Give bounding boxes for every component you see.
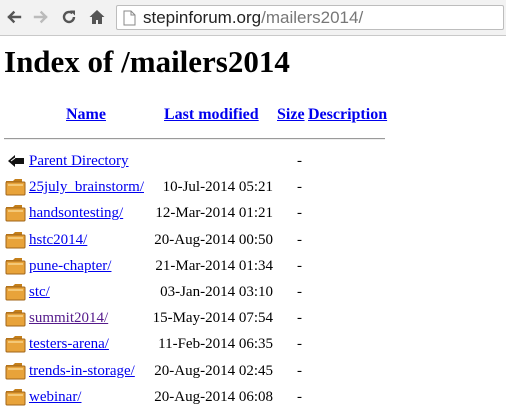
row-name-link[interactable]: summit2014/ [29,309,108,327]
row-last-modified: 03-Jan-2014 03:10 [160,284,273,300]
row-last-modified: 21-Mar-2014 01:34 [155,257,273,274]
reload-icon [60,8,78,26]
row-name-link[interactable]: 25july_brainstorm/ [29,178,144,196]
table-row: handsontesting/12-Mar-2014 01:21 - [0,202,506,228]
row-name-link[interactable]: stc/ [29,283,50,301]
back-arrow-icon [5,8,23,26]
folder-icon[interactable] [5,281,27,306]
table-row: Parent Directory - [0,150,506,176]
table-row: pune-chapter/21-Mar-2014 01:34 - [0,255,506,281]
row-size: - [297,257,302,274]
back-arrow-icon[interactable] [5,150,27,175]
row-last-modified: 20-Aug-2014 02:45 [154,362,273,379]
home-icon [88,8,106,26]
table-row: trends-in-storage/20-Aug-2014 02:45 - [0,360,506,386]
address-bar[interactable]: stepinforum.org/mailers2014/ [116,5,504,30]
forward-button[interactable] [30,6,52,28]
row-name-link[interactable]: pune-chapter/ [29,257,111,275]
folder-icon[interactable] [5,333,27,358]
row-size: - [297,362,302,379]
row-last-modified: 10-Jul-2014 05:21 [162,179,273,196]
table-row: testers-arena/11-Feb-2014 06:35 - [0,333,506,359]
reload-button[interactable] [58,6,80,28]
row-last-modified: 20-Aug-2014 06:08 [154,388,273,405]
row-name-link[interactable]: handsontesting/ [29,204,123,222]
row-size: - [297,205,302,222]
browser-toolbar: stepinforum.org/mailers2014/ [0,0,506,36]
url-text: stepinforum.org/mailers2014/ [143,7,363,29]
table-row: summit2014/15-May-2014 07:54 - [0,307,506,333]
table-row: webinar/20-Aug-2014 06:08 - [0,386,506,412]
table-row: hstc2014/20-Aug-2014 00:50 - [0,229,506,255]
folder-icon[interactable] [5,202,27,227]
row-name-link[interactable]: trends-in-storage/ [29,362,135,380]
row-name-link[interactable]: webinar/ [29,388,81,406]
row-last-modified: 20-Aug-2014 00:50 [154,231,273,248]
page-icon [123,10,136,31]
column-header-description[interactable]: Description [308,105,387,125]
row-name-link[interactable]: hstc2014/ [29,231,87,249]
forward-arrow-icon [32,8,50,26]
folder-icon[interactable] [5,386,27,411]
back-button[interactable] [3,6,25,28]
url-host: stepinforum.org [143,8,262,27]
home-button[interactable] [86,6,108,28]
row-size: - [297,310,302,327]
column-header-size[interactable]: Size [277,105,305,125]
folder-icon[interactable] [5,360,27,385]
folder-icon[interactable] [5,229,27,254]
row-size: - [297,231,302,248]
table-row: 25july_brainstorm/10-Jul-2014 05:21 - [0,176,506,202]
row-size: - [297,153,302,169]
row-size: - [297,284,302,300]
page-title: Index of /mailers2014 [4,44,290,79]
column-header-name[interactable]: Name [66,105,106,125]
row-last-modified: 15-May-2014 07:54 [152,310,273,327]
row-name-link[interactable]: testers-arena/ [29,335,109,353]
row-last-modified: 11-Feb-2014 06:35 [158,336,273,353]
folder-icon[interactable] [5,307,27,332]
folder-icon[interactable] [5,176,27,201]
column-header-last-modified[interactable]: Last modified [164,105,259,125]
url-path: /mailers2014/ [261,8,364,27]
table-row: stc/03-Jan-2014 03:10 - [0,281,506,307]
header-divider [4,138,385,140]
folder-icon[interactable] [5,255,27,280]
row-name-link[interactable]: Parent Directory [29,152,129,170]
row-size: - [297,388,302,405]
row-size: - [297,336,302,353]
row-last-modified: 12-Mar-2014 01:21 [155,205,273,222]
row-size: - [297,179,302,196]
